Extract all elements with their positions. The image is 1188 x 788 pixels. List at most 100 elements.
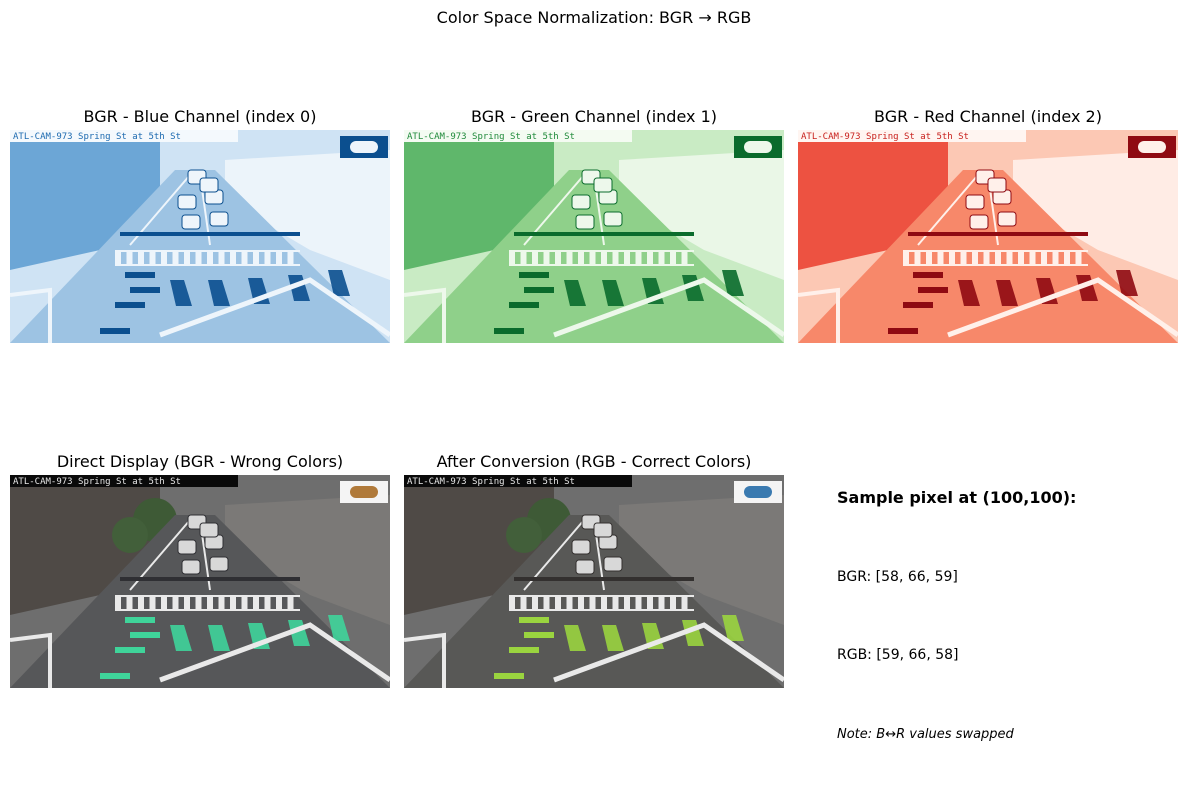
- crosswalk-stripe: [161, 252, 167, 264]
- crosswalk-stripe: [149, 252, 156, 264]
- stop-line: [514, 232, 694, 236]
- crosswalk-stripe: [1006, 252, 1013, 264]
- car: [209, 211, 229, 227]
- crosswalk-stripe: [1064, 252, 1070, 264]
- crosswalk-stripe: [578, 597, 584, 609]
- crosswalk-stripe: [670, 252, 676, 264]
- lane-marker: [509, 302, 539, 308]
- logo-mark: [744, 486, 772, 498]
- street-scene: ATL-CAM-973 Spring St at 5th St: [404, 475, 784, 688]
- crosswalk-stripe: [635, 252, 642, 264]
- crosswalk-stripe: [624, 252, 630, 264]
- lane-marker: [519, 617, 549, 623]
- car: [593, 177, 613, 193]
- sample-pixel-title: Sample pixel at (100,100):: [837, 488, 1077, 507]
- crosswalk-stripe: [184, 252, 190, 264]
- crosswalk-stripe: [520, 252, 527, 264]
- lane-marker: [524, 632, 554, 638]
- crosswalk-stripe: [937, 252, 944, 264]
- street-scene: ATL-CAM-973 Spring St at 5th St: [404, 130, 784, 343]
- crosswalk-stripe: [532, 597, 538, 609]
- crosswalk-stripe: [612, 252, 619, 264]
- lane-marker: [888, 328, 918, 334]
- street-scene: ATL-CAM-973 Spring St at 5th St: [10, 475, 390, 688]
- crosswalk-edge: [509, 264, 694, 266]
- crosswalk-edge: [903, 250, 1088, 252]
- crosswalk-edge: [115, 609, 300, 611]
- lane-marker: [509, 647, 539, 653]
- crosswalk-stripe: [138, 252, 144, 264]
- lane-marker: [125, 617, 155, 623]
- lane-marker: [125, 272, 155, 278]
- panel-title-after-conversion: After Conversion (RGB - Correct Colors): [436, 452, 752, 471]
- crosswalk-stripe: [195, 597, 202, 609]
- lane-marker: [494, 328, 524, 334]
- crosswalk-stripe: [115, 597, 121, 609]
- lane-marker: [524, 287, 554, 293]
- crosswalk-stripe: [624, 597, 630, 609]
- crosswalk-edge: [509, 609, 694, 611]
- crosswalk-stripe: [520, 597, 527, 609]
- car: [209, 556, 229, 572]
- stop-line: [120, 232, 300, 236]
- crosswalk-stripe: [949, 252, 955, 264]
- logo-mark: [744, 141, 772, 153]
- street-scene: ATL-CAM-973 Spring St at 5th St: [10, 130, 390, 343]
- crosswalk-stripe: [670, 597, 676, 609]
- crosswalk-stripe: [172, 252, 179, 264]
- crosswalk-stripe: [972, 252, 978, 264]
- camera-label: ATL-CAM-973 Spring St at 5th St: [13, 132, 181, 142]
- crosswalk-stripe: [195, 252, 202, 264]
- crosswalk-stripe: [566, 597, 573, 609]
- crosswalk-stripe: [647, 252, 653, 264]
- crosswalk-edge: [115, 264, 300, 266]
- crosswalk-stripe: [287, 597, 294, 609]
- crosswalk-stripe: [138, 597, 144, 609]
- lane-marker: [100, 328, 130, 334]
- crosswalk-stripe: [207, 252, 213, 264]
- logo-mark: [350, 486, 378, 498]
- crosswalk-edge: [509, 250, 694, 252]
- crosswalk-stripe: [241, 597, 248, 609]
- crosswalk-stripe: [218, 597, 225, 609]
- crosswalk-stripe: [253, 597, 259, 609]
- lane-marker: [115, 302, 145, 308]
- crosswalk-stripe: [161, 597, 167, 609]
- car: [199, 177, 219, 193]
- crosswalk-stripe: [903, 252, 909, 264]
- lane-marker: [494, 673, 524, 679]
- crosswalk-stripe: [658, 252, 665, 264]
- crosswalk-stripe: [995, 252, 1001, 264]
- camera-label: ATL-CAM-973 Spring St at 5th St: [407, 477, 575, 487]
- logo-mark: [350, 141, 378, 153]
- street-scene: ATL-CAM-973 Spring St at 5th St: [798, 130, 1178, 343]
- crosswalk-stripe: [276, 252, 282, 264]
- crosswalk-stripe: [1052, 252, 1059, 264]
- lane-marker: [519, 272, 549, 278]
- bgr-value-text: BGR: [58, 66, 59]: [837, 569, 958, 585]
- crosswalk-stripe: [589, 252, 596, 264]
- car: [181, 214, 201, 230]
- crosswalk-stripe: [589, 597, 596, 609]
- rgb-value-text: RGB: [59, 66, 58]: [837, 647, 959, 663]
- crosswalk-stripe: [647, 597, 653, 609]
- crosswalk-stripe: [658, 597, 665, 609]
- crosswalk-stripe: [601, 597, 607, 609]
- crosswalk-stripe: [1018, 252, 1024, 264]
- stop-line: [514, 577, 694, 581]
- crosswalk-stripe: [960, 252, 967, 264]
- car: [575, 214, 595, 230]
- car: [965, 194, 985, 210]
- car: [177, 194, 197, 210]
- crosswalk-stripe: [926, 252, 932, 264]
- stop-line: [120, 577, 300, 581]
- crosswalk-stripe: [126, 597, 133, 609]
- crosswalk-stripe: [115, 252, 121, 264]
- camera-label: ATL-CAM-973 Spring St at 5th St: [13, 477, 181, 487]
- crosswalk-stripe: [276, 597, 282, 609]
- crosswalk-stripe: [914, 252, 921, 264]
- panel-title-direct-display: Direct Display (BGR - Wrong Colors): [56, 452, 344, 471]
- car: [181, 559, 201, 575]
- camera-label: ATL-CAM-973 Spring St at 5th St: [801, 132, 969, 142]
- crosswalk-stripe: [264, 597, 271, 609]
